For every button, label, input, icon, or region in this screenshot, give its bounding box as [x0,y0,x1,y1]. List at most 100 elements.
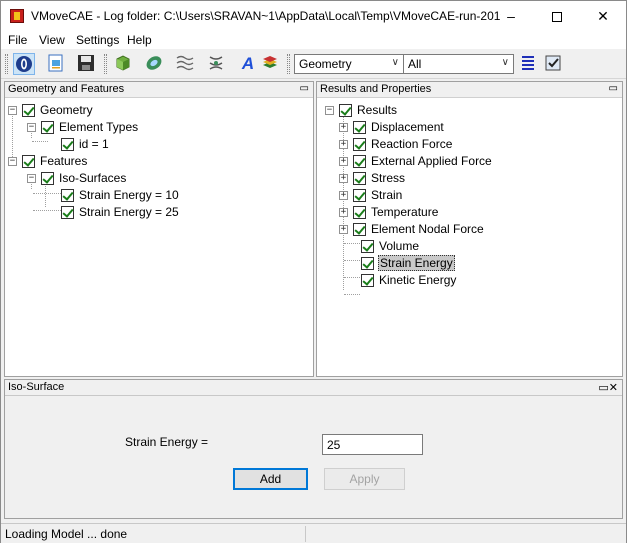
checkbox-checked-icon[interactable] [353,171,366,185]
toolbar-grip[interactable] [5,54,8,74]
tree-node-strain[interactable]: + Strain [339,187,403,203]
expand-icon[interactable]: + [339,173,348,183]
status-divider [305,526,306,542]
tree-connector [33,193,61,194]
toolbar: A Geometry ∨ All ∨ [1,49,626,79]
expand-icon[interactable]: + [339,207,348,217]
tree-node-iso-surfaces[interactable]: − Iso-Surfaces [27,170,127,186]
tree-label: Element Nodal Force [371,222,484,236]
tree-connector [344,260,360,261]
open-file-button[interactable] [46,53,68,75]
apply-button[interactable]: Apply [324,468,405,490]
collapse-icon[interactable]: − [27,173,36,183]
results-tree: − Results + Displacement + Reaction Forc… [317,99,622,376]
menu-view[interactable]: View [39,33,65,47]
tree-label: Features [40,154,88,168]
tree-node-element-types[interactable]: − Element Types [27,119,139,135]
tree-node-reaction-force[interactable]: + Reaction Force [339,136,453,152]
iso-surface-button[interactable] [175,53,197,75]
geometry-tool-button[interactable] [113,53,135,75]
geometry-dropdown[interactable]: Geometry ∨ [294,54,404,74]
tree-label: Stress [371,171,406,185]
toolbar-grip[interactable] [287,54,290,74]
tree-node-id[interactable]: id = 1 [61,136,110,152]
checkbox-checked-icon[interactable] [353,137,366,151]
tree-node-iso-surface-2[interactable]: Strain Energy = 25 [61,204,180,220]
checkbox-checked-icon[interactable] [61,205,74,219]
window-title: VMoveCAE - Log folder: C:\Users\SRAVAN~1… [31,9,501,23]
streamline-button[interactable] [206,53,228,75]
expand-icon[interactable]: + [339,122,348,132]
minimize-button[interactable]: – [488,1,534,31]
collapse-icon[interactable]: − [8,105,17,115]
document-icon [48,54,63,72]
checkbox-checked-icon[interactable] [353,188,366,202]
checkbox-checked-icon[interactable] [353,222,366,236]
strain-energy-label: Strain Energy = [125,435,209,449]
toolbar-grip[interactable] [104,54,107,74]
tree-node-displacement[interactable]: + Displacement [339,119,445,135]
checkbox-checked-icon[interactable] [22,154,35,168]
tree-label: Geometry [40,103,93,117]
tree-node-geometry[interactable]: − Geometry [8,102,94,118]
title-bar[interactable]: VMoveCAE - Log folder: C:\Users\SRAVAN~1… [1,1,626,31]
checkbox-checked-icon[interactable] [22,103,35,117]
tree-label: Strain Energy = 10 [79,188,179,202]
panel-title: Iso-Surface [8,381,65,393]
filter-dropdown[interactable]: All ∨ [403,54,514,74]
save-button[interactable] [76,53,98,75]
checkbox-checked-icon[interactable] [361,273,374,287]
checkbox-checked-icon[interactable] [361,256,374,270]
add-button[interactable]: Add [233,468,308,490]
expand-icon[interactable]: + [339,224,348,234]
checkbox-checked-icon[interactable] [339,103,352,117]
tree-node-external-applied-force[interactable]: + External Applied Force [339,153,493,169]
filter-dropdown-value: All [408,57,422,71]
collapse-icon[interactable]: − [325,105,334,115]
tree-node-results[interactable]: − Results [325,102,398,118]
maximize-button[interactable] [534,1,580,31]
check-all-button[interactable] [543,53,565,75]
checkbox-checked-icon[interactable] [353,205,366,219]
tree-node-temperature[interactable]: + Temperature [339,204,439,220]
checkbox-checked-icon[interactable] [61,137,74,151]
panel-header: Iso-Surface ▭✕ [5,380,622,396]
tree-node-element-nodal-force[interactable]: + Element Nodal Force [339,221,485,237]
menu-help[interactable]: Help [127,33,152,47]
dock-icon[interactable]: ▭ [300,83,309,94]
tree-node-volume[interactable]: Volume [361,238,420,254]
expand-icon[interactable]: + [339,139,348,149]
dock-icon[interactable]: ▭ [609,83,618,94]
results-properties-panel: Results and Properties ▭ − Results + Dis… [316,81,623,377]
tree-label: Iso-Surfaces [59,171,127,185]
checkbox-checked-icon[interactable] [353,120,366,134]
list-view-button[interactable] [518,53,540,75]
tree-node-stress[interactable]: + Stress [339,170,406,186]
annotation-text-button[interactable]: A [237,53,259,75]
app-logo-icon [10,9,24,23]
menu-file[interactable]: File [8,33,27,47]
tree-node-iso-surface-1[interactable]: Strain Energy = 10 [61,187,180,203]
checkbox-checked-icon[interactable] [41,120,54,134]
expand-icon[interactable]: + [339,190,348,200]
layers-icon [263,56,277,68]
collapse-icon[interactable]: − [8,156,17,166]
checkbox-checked-icon[interactable] [353,154,366,168]
chevron-down-icon: ∨ [391,57,399,68]
menu-settings[interactable]: Settings [76,33,119,47]
status-bar: Loading Model ... done [1,523,626,543]
close-button[interactable]: ✕ [580,1,626,31]
checkbox-checked-icon[interactable] [41,171,54,185]
layers-button[interactable] [260,53,282,75]
open-model-button[interactable] [13,53,35,75]
checkbox-checked-icon[interactable] [61,188,74,202]
tree-node-features[interactable]: − Features [8,153,88,169]
tree-node-kinetic-energy[interactable]: Kinetic Energy [361,272,457,288]
expand-icon[interactable]: + [339,156,348,166]
dock-close-icon[interactable]: ▭✕ [598,381,618,394]
strain-energy-input[interactable]: 25 [322,434,423,455]
cut-section-button[interactable] [144,53,166,75]
collapse-icon[interactable]: − [27,122,36,132]
tree-node-strain-energy[interactable]: Strain Energy [361,255,455,271]
checkbox-checked-icon[interactable] [361,239,374,253]
